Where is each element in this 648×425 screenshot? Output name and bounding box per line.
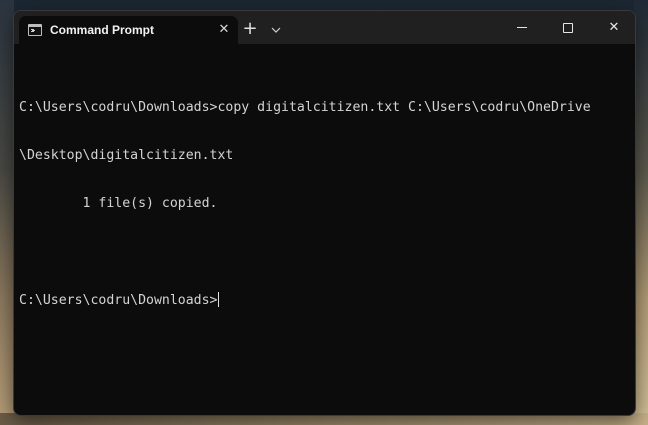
new-tab-button[interactable]: + [240,20,260,40]
maximize-icon [563,22,573,33]
title-bar[interactable]: Command Prompt ✕ + ✕ [14,11,635,44]
text-cursor [217,292,219,307]
chevron-down-glyph [271,27,281,33]
desktop-wallpaper-right [634,0,648,425]
prompt-line[interactable]: C:\Users\codru\Downloads> [19,292,629,308]
terminal-line: 1 file(s) copied. [19,196,218,211]
prompt-text: C:\Users\codru\Downloads> [19,293,218,308]
tab-title: Command Prompt [50,23,155,37]
terminal-output[interactable]: C:\Users\codru\Downloads>copy digitalcit… [19,68,629,340]
terminal-line: C:\Users\codru\Downloads>copy digitalcit… [19,100,591,115]
chevron-down-icon[interactable] [266,20,286,40]
close-button[interactable]: ✕ [591,11,635,44]
minimize-icon [517,27,527,28]
tab-command-prompt[interactable]: Command Prompt ✕ [19,16,238,44]
tab-close-icon[interactable]: ✕ [214,20,234,40]
minimize-button[interactable] [499,11,545,44]
close-icon: ✕ [608,20,620,35]
terminal-window: Command Prompt ✕ + ✕ C:\Users\codru\Down… [13,10,636,416]
desktop-wallpaper-left [0,0,14,425]
cmd-icon [28,24,42,36]
terminal-line: \Desktop\digitalcitizen.txt [19,148,234,163]
maximize-button[interactable] [545,11,591,44]
